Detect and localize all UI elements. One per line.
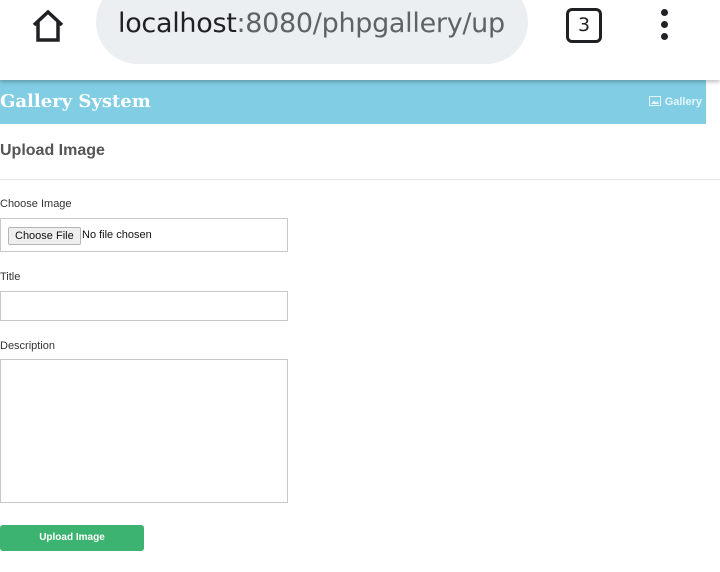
nav-gallery-link[interactable]: Gallery (648, 96, 702, 109)
title-input[interactable] (0, 291, 288, 321)
divider (0, 179, 720, 180)
address-bar[interactable]: localhost:8080/phpgallery/up (96, 0, 528, 64)
brand-logo[interactable]: Gallery System (0, 91, 151, 112)
upload-image-button[interactable]: Upload Image (0, 525, 144, 551)
overflow-menu-icon[interactable] (652, 6, 676, 46)
page-title: Upload Image (0, 142, 105, 159)
tab-switcher-button[interactable]: 3 (566, 8, 602, 43)
nav-gallery-label: Gallery (664, 96, 702, 108)
picture-icon (648, 96, 661, 109)
image-label: Choose Image (0, 198, 72, 210)
image-file-input[interactable]: Choose File No file chosen (0, 218, 288, 252)
home-icon[interactable] (28, 6, 68, 46)
site-navbar: Gallery System Gallery (0, 80, 706, 124)
file-status-text: No file chosen (82, 229, 152, 241)
description-textarea[interactable] (0, 359, 288, 503)
description-label: Description (0, 340, 56, 352)
browser-toolbar: localhost:8080/phpgallery/up 3 (0, 0, 720, 80)
choose-file-button[interactable]: Choose File (8, 227, 81, 245)
url-text: localhost:8080/phpgallery/up (118, 8, 505, 39)
title-label: Title (0, 271, 21, 283)
